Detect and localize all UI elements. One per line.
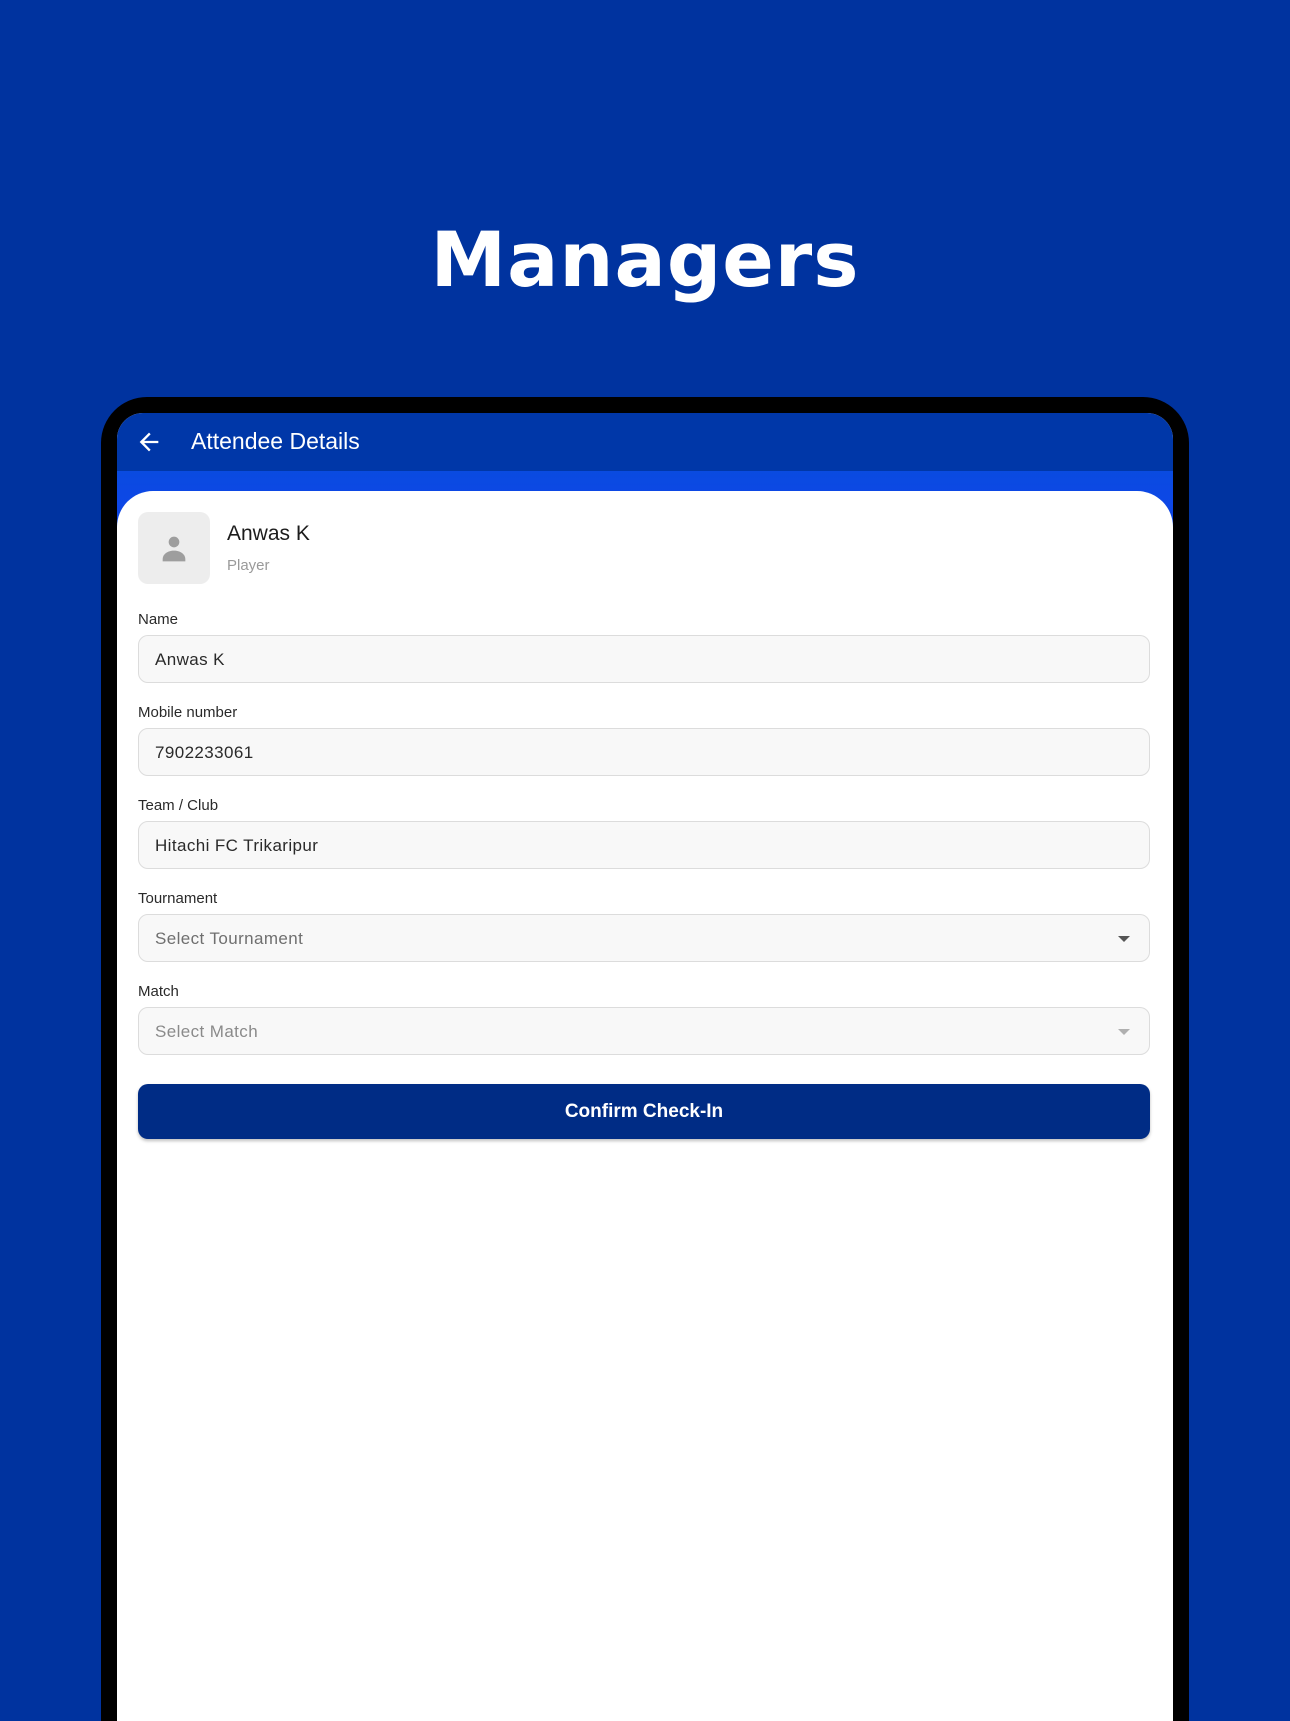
name-value: Anwas K — [155, 650, 225, 669]
match-placeholder: Select Match — [155, 1022, 259, 1041]
mobile-value: 7902233061 — [155, 743, 254, 762]
attendee-role: Player — [227, 557, 270, 574]
caret-down-icon — [1118, 1029, 1130, 1035]
avatar — [138, 512, 210, 584]
caret-down-icon — [1118, 936, 1130, 942]
tournament-placeholder: Select Tournament — [155, 929, 304, 948]
arrow-left-icon[interactable] — [135, 428, 163, 456]
name-field[interactable]: Anwas K — [138, 635, 1150, 683]
tournament-select[interactable]: Select Tournament — [138, 914, 1150, 962]
match-label: Match — [138, 983, 179, 1000]
mobile-label: Mobile number — [138, 704, 238, 721]
page: Managers Attendee Details Anwas K Player… — [0, 0, 1290, 1721]
team-value: Hitachi FC Trikaripur — [155, 836, 319, 855]
team-label: Team / Club — [138, 797, 219, 814]
headline: Managers — [430, 215, 860, 304]
app-screen: Attendee Details Anwas K Player Name Anw… — [117, 413, 1173, 1721]
page-title: Attendee Details — [191, 428, 360, 454]
mobile-field[interactable]: 7902233061 — [138, 728, 1150, 776]
confirm-check-in-button[interactable]: Confirm Check-In — [138, 1084, 1150, 1139]
team-field[interactable]: Hitachi FC Trikaripur — [138, 821, 1150, 869]
tournament-label: Tournament — [138, 890, 218, 907]
app-bar: Attendee Details — [117, 413, 1173, 471]
person-icon — [162, 536, 186, 562]
attendee-card: Anwas K Player Name Anwas K Mobile numbe… — [117, 491, 1173, 1721]
match-select[interactable]: Select Match — [138, 1007, 1150, 1055]
attendee-name: Anwas K — [227, 522, 310, 545]
name-label: Name — [138, 611, 179, 628]
